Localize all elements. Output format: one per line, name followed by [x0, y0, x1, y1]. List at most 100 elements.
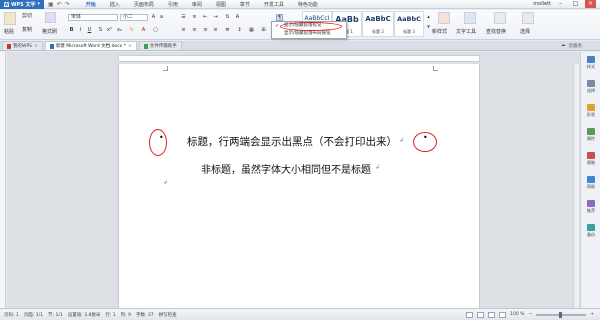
user-name[interactable]: mollett — [533, 1, 551, 7]
styles-scroll-up-icon[interactable]: ▴ — [425, 14, 432, 21]
tab-file-transfer[interactable]: 文件传输助手 — [138, 41, 182, 50]
tab-my-wps[interactable]: 我的WPS × — [2, 41, 43, 50]
outline-view-button[interactable] — [488, 311, 496, 318]
sidebar-item-select[interactable]: 选择 — [582, 80, 600, 94]
cloud-service-label[interactable]: 云服务 — [569, 43, 583, 49]
font-color-icon[interactable]: A — [140, 27, 147, 34]
subscript-icon[interactable]: x₂ — [116, 27, 123, 34]
font-size-select[interactable]: 小二 — [120, 14, 148, 21]
close-tab-icon[interactable]: × — [34, 44, 38, 49]
number-list-icon[interactable]: ≡ — [191, 14, 198, 21]
bullet-list-icon[interactable]: ☰ — [180, 14, 187, 21]
text-tools-label[interactable]: 文字工具 — [456, 28, 476, 35]
tab-new-word-document[interactable]: 新建 Microsoft Word 文档.docx * × — [44, 41, 137, 50]
shrink-font-icon[interactable]: a — [158, 14, 165, 21]
new-style-label[interactable]: 新样式 — [432, 28, 447, 35]
show-hide-layout-button-item[interactable]: 显示/隐藏段落布局按钮 — [272, 30, 346, 38]
shading-icon[interactable]: ▦ — [248, 27, 255, 34]
distributed-icon[interactable]: ≣ — [224, 27, 231, 34]
web-view-button[interactable] — [477, 311, 485, 318]
zoom-in-icon[interactable]: + — [590, 312, 594, 317]
line-spacing-icon[interactable]: ↕ — [236, 27, 243, 34]
status-words[interactable]: 字数: 37 — [136, 312, 154, 318]
vertical-scrollbar[interactable] — [573, 64, 579, 308]
save-icon[interactable]: ▣ — [48, 1, 54, 8]
paste-label[interactable]: 粘贴 — [4, 28, 14, 35]
select-label[interactable]: 选择 — [520, 28, 530, 35]
align-left-icon[interactable]: ≡ — [180, 27, 187, 34]
sidebar-item-shapes[interactable]: 形状 — [582, 104, 600, 118]
highlight-icon[interactable]: ✎ — [128, 27, 135, 34]
status-page: 页码: 1 — [4, 312, 19, 318]
status-spellcheck[interactable]: 拼写检查 — [159, 312, 177, 318]
indent-icon[interactable]: ⇥ — [212, 14, 219, 21]
page-view-button[interactable] — [466, 311, 474, 318]
paste-icon[interactable] — [4, 12, 16, 25]
cursor-icon — [587, 80, 595, 87]
menu-tab-layout[interactable]: 页面布局 — [134, 1, 154, 8]
status-right: 100 % − + — [466, 311, 600, 318]
minimize-button[interactable]: – — [555, 0, 566, 8]
menu-tab-home[interactable]: 开始 — [86, 1, 96, 8]
sidebar-item-restrict[interactable]: 限制 — [582, 152, 600, 166]
body-line[interactable]: 非标题，虽然字体大小相同但不是标题 — [201, 161, 371, 176]
quick-access-toolbar: ▣ ↶ ↷ — [48, 1, 70, 8]
justify-icon[interactable]: ≡ — [212, 27, 219, 34]
menu-tab-references[interactable]: 引用 — [168, 1, 178, 8]
sidebar-item-recommend[interactable]: 推荐 — [582, 200, 600, 214]
menu-tab-view[interactable]: 视图 — [216, 1, 226, 8]
grow-font-icon[interactable]: A — [150, 14, 157, 21]
redo-icon[interactable]: ↷ — [65, 1, 70, 8]
char-border-icon[interactable]: ▢ — [152, 27, 159, 34]
new-style-icon[interactable] — [438, 12, 450, 24]
select-icon[interactable] — [522, 12, 534, 24]
sort-icon[interactable]: ⇅ — [224, 14, 231, 21]
bold-button[interactable]: B — [68, 27, 75, 34]
border-icon[interactable]: ⊞ — [260, 27, 267, 34]
reading-view-button[interactable] — [499, 311, 507, 318]
styles-more-icon[interactable]: ▾ — [425, 24, 432, 31]
transfer-icon — [143, 43, 148, 49]
cut-button[interactable]: 剪切 — [22, 12, 32, 19]
style-heading-3[interactable]: AaBbC 标题 3 — [394, 11, 424, 37]
zoom-slider-knob[interactable] — [559, 311, 563, 318]
align-right-icon[interactable]: ≡ — [202, 27, 209, 34]
sidebar-item-properties[interactable]: 属性 — [582, 128, 600, 142]
menu-tab-developer[interactable]: 开发工具 — [264, 1, 284, 8]
sidebar-item-backup[interactable]: 备份 — [582, 224, 600, 238]
find-replace-label[interactable]: 查找替换 — [486, 28, 506, 35]
format-painter-label[interactable]: 格式刷 — [42, 28, 57, 35]
find-replace-icon[interactable] — [494, 12, 506, 24]
strikethrough-icon[interactable]: S — [97, 27, 104, 34]
app-menu-button[interactable]: W WPS 文字 ▾ — [0, 0, 45, 9]
heading-line[interactable]: 标题，行两端会显示出黑点（不会打印出来） — [187, 134, 397, 149]
close-tab-icon[interactable]: × — [128, 44, 132, 49]
close-button[interactable]: × — [585, 0, 596, 8]
underline-button[interactable]: U — [86, 27, 93, 34]
asian-layout-icon[interactable]: A — [234, 14, 241, 21]
menu-tab-insert[interactable]: 插入 — [110, 1, 120, 8]
zoom-slider[interactable] — [536, 311, 587, 318]
menu-tab-features[interactable]: 特色功能 — [298, 1, 318, 8]
copy-button[interactable]: 复制 — [22, 26, 32, 33]
sidebar-item-help[interactable]: 帮助 — [582, 176, 600, 190]
superscript-icon[interactable]: x² — [106, 27, 113, 34]
maximize-button[interactable]: □ — [570, 0, 581, 8]
sidebar-item-label: 帮助 — [587, 184, 595, 189]
paragraph-mark-toggle-icon[interactable]: ¶ — [276, 14, 283, 21]
sidebar-item-styles[interactable]: 样式 — [582, 56, 600, 70]
zoom-out-icon[interactable]: − — [528, 312, 532, 317]
cloud-icon[interactable]: ☁ — [561, 43, 566, 48]
menu-tab-review[interactable]: 审阅 — [192, 1, 202, 8]
outdent-icon[interactable]: ⇤ — [202, 14, 209, 21]
italic-button[interactable]: I — [77, 27, 84, 34]
style-heading-2[interactable]: AaBbC 标题 2 — [362, 11, 394, 37]
font-name-select[interactable]: 宋体 — [68, 14, 118, 21]
text-tools-icon[interactable] — [464, 12, 476, 24]
zoom-level[interactable]: 100 % — [510, 312, 524, 317]
menu-tab-section[interactable]: 章节 — [240, 1, 250, 8]
document-page[interactable]: • 标题，行两端会显示出黑点（不会打印出来） ↲ • 非标题，虽然字体大小相同但… — [118, 64, 480, 308]
undo-icon[interactable]: ↶ — [57, 1, 62, 8]
format-painter-icon[interactable] — [45, 12, 56, 23]
align-center-icon[interactable]: ≡ — [191, 27, 198, 34]
